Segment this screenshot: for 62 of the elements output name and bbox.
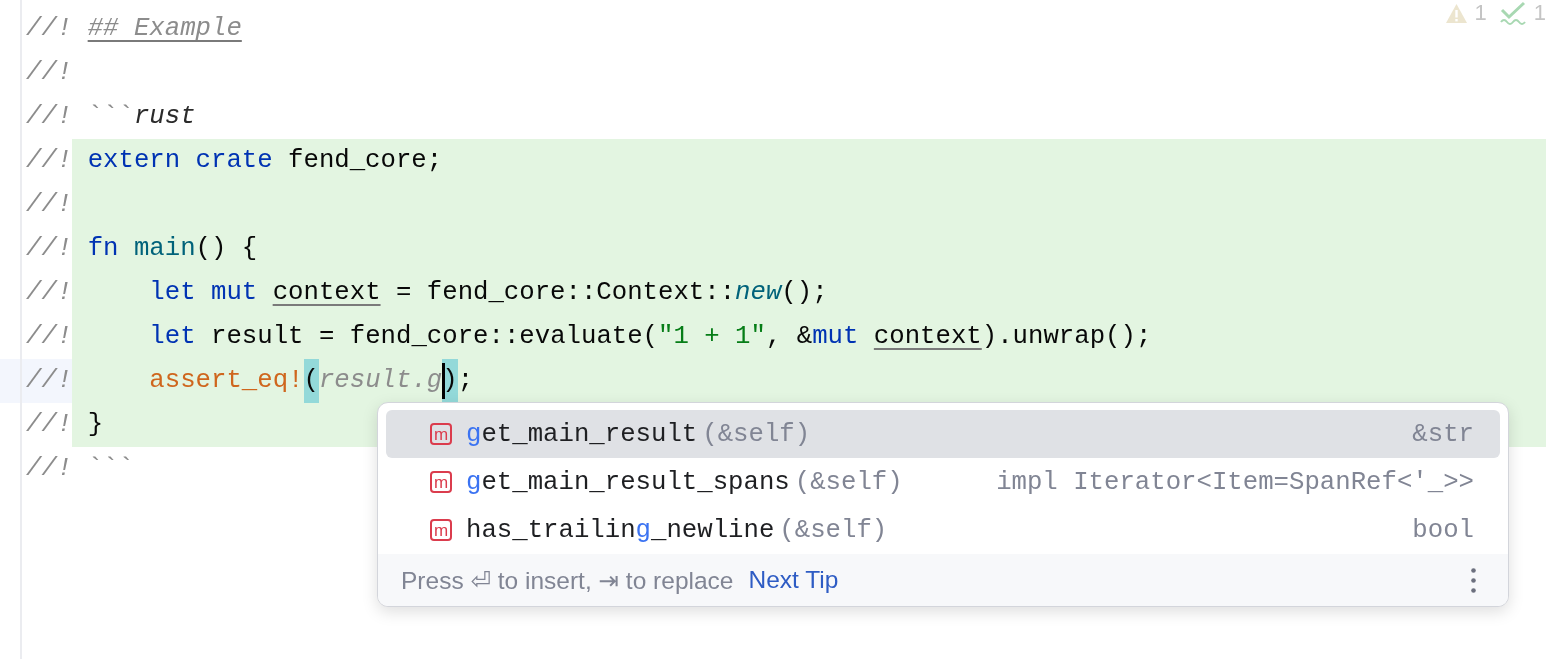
problem-count: 1 bbox=[1474, 0, 1487, 26]
keyword: mut bbox=[211, 277, 258, 309]
comment-marker: //! bbox=[26, 233, 73, 265]
code-text: ).unwrap(); bbox=[981, 321, 1152, 353]
method-icon: m bbox=[430, 423, 452, 445]
warning-icon[interactable] bbox=[1444, 2, 1468, 24]
code-fence: ``` bbox=[87, 101, 134, 133]
code-text: { bbox=[241, 233, 258, 265]
string-literal: "1 + 1" bbox=[658, 321, 766, 353]
method-name: get_main_result bbox=[466, 419, 698, 449]
method-name: get_main_result_spans bbox=[466, 467, 790, 497]
method-name: has_trailing_newline bbox=[466, 515, 775, 545]
comment-marker: //! bbox=[26, 145, 73, 177]
completion-item[interactable]: m get_main_result (&self) &str bbox=[386, 410, 1500, 458]
comment-marker: //! bbox=[26, 13, 73, 45]
hint-text: Press ⏎ to insert, ⇥ to replace bbox=[401, 565, 734, 595]
keyword: let bbox=[149, 277, 196, 309]
completion-item[interactable]: m has_trailing_newline (&self) bool bbox=[386, 506, 1500, 554]
doc-heading: ## Example bbox=[87, 13, 242, 45]
keyword: fn bbox=[87, 233, 119, 265]
more-icon[interactable] bbox=[1471, 567, 1476, 593]
fence-language: rust bbox=[133, 101, 196, 133]
comment-marker: //! bbox=[26, 409, 73, 441]
check-icon[interactable] bbox=[1498, 1, 1527, 25]
method-params: (&self) bbox=[794, 467, 903, 497]
code-text: } bbox=[87, 409, 104, 441]
completion-item[interactable]: m get_main_result_spans (&self) impl Iterator<Item=SpanRef<'_>> bbox=[386, 458, 1500, 506]
variable-name: context bbox=[272, 277, 381, 309]
code-fence: ``` bbox=[87, 453, 134, 485]
comment-marker: //! bbox=[26, 189, 73, 221]
code-text: result.g bbox=[318, 365, 443, 397]
keyword: mut bbox=[812, 321, 859, 353]
comment-marker: //! bbox=[26, 365, 73, 397]
method-params: (&self) bbox=[702, 419, 811, 449]
method-params: (&self) bbox=[779, 515, 888, 545]
code-text: () bbox=[195, 233, 227, 265]
keyword: crate bbox=[195, 145, 273, 177]
comment-marker: //! bbox=[26, 101, 73, 133]
comment-marker: //! bbox=[26, 57, 73, 89]
next-tip-link[interactable]: Next Tip bbox=[748, 566, 839, 594]
return-type: bool bbox=[1412, 515, 1474, 545]
method-icon: m bbox=[430, 471, 452, 493]
comment-marker: //! bbox=[26, 453, 73, 485]
code-text: ; bbox=[457, 365, 474, 397]
comment-marker: //! bbox=[26, 277, 73, 309]
method-icon: m bbox=[430, 519, 452, 541]
code-text: , & bbox=[765, 321, 813, 353]
return-type: &str bbox=[1412, 419, 1474, 449]
code-text: = fend_core::Context:: bbox=[395, 277, 736, 309]
keyword: extern bbox=[87, 145, 181, 177]
function-name: new bbox=[735, 277, 782, 309]
text-caret bbox=[442, 363, 446, 399]
comment-marker: //! bbox=[26, 321, 73, 353]
keyword: let bbox=[149, 321, 196, 353]
variable-name: context bbox=[873, 321, 982, 353]
matched-brace: ( bbox=[303, 359, 319, 403]
function-name: main bbox=[133, 233, 196, 265]
problem-count: 1 bbox=[1533, 0, 1546, 26]
code-text: result = fend_core::evaluate( bbox=[211, 321, 659, 353]
code-text: fend_core; bbox=[288, 145, 443, 177]
macro-name: assert_eq! bbox=[149, 365, 304, 397]
return-type: impl Iterator<Item=SpanRef<'_>> bbox=[996, 467, 1474, 497]
